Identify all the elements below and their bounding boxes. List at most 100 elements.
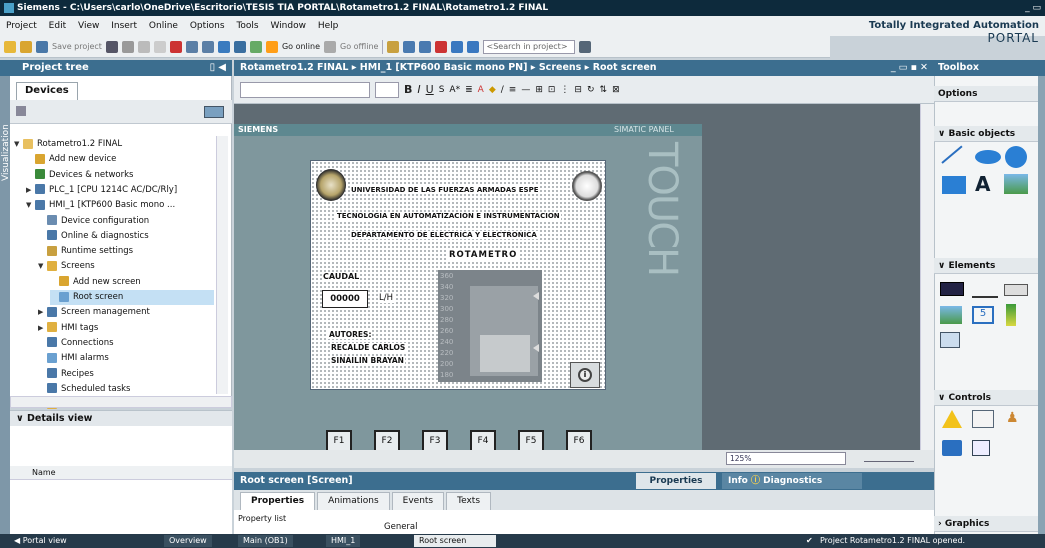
- download-icon[interactable]: [233, 40, 246, 53]
- button-tool-icon[interactable]: [972, 290, 998, 298]
- accessible-devices-icon[interactable]: [387, 40, 400, 53]
- options-header[interactable]: Options: [934, 86, 1038, 102]
- strikethrough-icon[interactable]: S: [439, 85, 445, 95]
- layer-icon[interactable]: ⇅: [600, 85, 608, 95]
- tree-horizontal-scrollbar[interactable]: [10, 396, 232, 408]
- visualization-side-tab[interactable]: Visualization: [0, 76, 11, 534]
- size-dropdown[interactable]: [375, 81, 399, 98]
- new-project-icon[interactable]: [4, 40, 16, 53]
- simulate-icon[interactable]: [249, 40, 262, 53]
- io-field-tool-icon[interactable]: [940, 282, 964, 296]
- tree-toggle-icon[interactable]: ▼: [38, 259, 47, 274]
- symbolic-io-tool-icon[interactable]: [1004, 284, 1028, 296]
- subtab-properties[interactable]: Properties: [240, 492, 316, 510]
- tree-toggle-icon[interactable]: ▶: [38, 321, 47, 336]
- menu-insert[interactable]: Insert: [111, 21, 137, 31]
- author-1-text[interactable]: RECALDE CARLOS: [330, 343, 407, 352]
- search-binoculars-icon[interactable]: [579, 40, 592, 53]
- tree-item[interactable]: ▶ PLC_1 [CPU 1214C AC/DC/Rly]: [26, 183, 214, 198]
- font-dropdown[interactable]: [240, 81, 370, 98]
- espe-logo-image[interactable]: [316, 169, 346, 201]
- zoom-slider[interactable]: [864, 456, 914, 462]
- line-color-icon[interactable]: ∕: [501, 85, 504, 95]
- portal-view-button[interactable]: ◀ Portal view: [14, 534, 67, 548]
- system-diagnostics-icon[interactable]: [972, 440, 990, 456]
- italic-icon[interactable]: I: [417, 83, 420, 96]
- f6-key[interactable]: F6: [566, 430, 592, 452]
- f4-key[interactable]: F4: [470, 430, 496, 452]
- subtab-animations[interactable]: Animations: [317, 492, 390, 510]
- bar-tool-icon[interactable]: [1006, 304, 1016, 326]
- font-size-up-icon[interactable]: A*: [449, 85, 460, 95]
- author-2-text[interactable]: SINAILIN BRAYAN: [330, 356, 405, 365]
- emblem-logo-image[interactable]: [572, 171, 602, 201]
- graphic-view-tool-icon[interactable]: [1004, 174, 1028, 194]
- compile-icon[interactable]: [217, 40, 230, 53]
- f5-key[interactable]: F5: [518, 430, 544, 452]
- tree-item[interactable]: ▼ Screens: [38, 259, 214, 274]
- menu-options[interactable]: Options: [190, 21, 225, 31]
- tree-item[interactable]: ▶ HMI tags: [38, 321, 214, 336]
- trend-view-icon[interactable]: [972, 410, 994, 428]
- tree-item[interactable]: ▶ Screen management: [38, 305, 214, 320]
- open-project-icon[interactable]: [20, 40, 32, 53]
- start-cpu-icon[interactable]: [403, 40, 416, 53]
- info-diagnostics-tabs[interactable]: Info ⓘ Diagnostics: [722, 473, 862, 489]
- cut-icon[interactable]: [121, 40, 134, 53]
- menu-online[interactable]: Online: [149, 21, 178, 31]
- main-ob1-tab[interactable]: Main (OB1): [238, 535, 293, 547]
- menu-edit[interactable]: Edit: [49, 21, 66, 31]
- tree-item[interactable]: Runtime settings: [38, 244, 214, 259]
- menu-project[interactable]: Project: [6, 21, 37, 31]
- subtab-texts[interactable]: Texts: [446, 492, 492, 510]
- user-view-icon[interactable]: ♟: [1006, 410, 1019, 426]
- tree-item[interactable]: Recipes: [38, 367, 214, 382]
- controls-header[interactable]: ∨ Controls: [934, 390, 1038, 406]
- menu-tools[interactable]: Tools: [236, 21, 258, 31]
- align-objects-icon[interactable]: ⊡: [548, 85, 556, 95]
- f1-key[interactable]: F1: [326, 430, 352, 452]
- arrange-icon[interactable]: ⊞: [535, 85, 543, 95]
- tree-item[interactable]: Connections: [38, 336, 214, 351]
- department-text[interactable]: DEPARTAMENTO DE ELECTRICA Y ELECTRONICA: [350, 231, 538, 239]
- hmi1-tab[interactable]: HMI_1: [326, 535, 361, 547]
- line-style-icon[interactable]: ≡: [509, 85, 517, 95]
- tree-item[interactable]: HMI alarms: [38, 351, 214, 366]
- general-section[interactable]: General: [384, 522, 418, 532]
- editor-window-controls[interactable]: _ ▭ ▪ ✕: [891, 60, 928, 76]
- tree-item[interactable]: Add new screen: [50, 275, 214, 290]
- stop-cpu-icon[interactable]: [419, 40, 432, 53]
- elements-header[interactable]: ∨ Elements: [934, 258, 1038, 274]
- delete-icon[interactable]: [169, 40, 182, 53]
- program-text[interactable]: TECNOLOGIA EN AUTOMATIZACION E INSTRUMEN…: [336, 212, 561, 220]
- task-cards-strip[interactable]: [1038, 76, 1045, 534]
- overview-toggle-icon[interactable]: [204, 106, 224, 118]
- save-icon[interactable]: [36, 40, 48, 53]
- info-button[interactable]: i: [570, 362, 600, 388]
- tree-item[interactable]: Scheduled tasks: [38, 382, 214, 397]
- rectangle-tool-icon[interactable]: [942, 176, 966, 194]
- tree-toggle-icon[interactable]: ▶: [26, 183, 35, 198]
- tree-toggle-icon[interactable]: ▼: [26, 198, 35, 213]
- tree-item[interactable]: Root screen: [50, 290, 214, 305]
- unit-label[interactable]: L/H: [378, 293, 394, 303]
- copy-icon[interactable]: [137, 40, 150, 53]
- text-tool-icon[interactable]: A: [975, 172, 990, 196]
- split-vertical-icon[interactable]: [467, 40, 480, 53]
- tree-item[interactable]: Online & diagnostics: [38, 229, 214, 244]
- underline-icon[interactable]: U: [426, 83, 434, 96]
- tree-view-icon[interactable]: [16, 106, 26, 116]
- fill-color-icon[interactable]: ◆: [489, 85, 496, 95]
- paste-icon[interactable]: [153, 40, 166, 53]
- print-icon[interactable]: [105, 40, 118, 53]
- tree-item[interactable]: Add new device: [26, 152, 214, 167]
- rotate-icon[interactable]: ↻: [587, 85, 595, 95]
- caudal-label[interactable]: CAUDAL: [322, 272, 361, 281]
- menu-window[interactable]: Window: [270, 21, 306, 31]
- tree-scrollbar[interactable]: [216, 136, 228, 394]
- graphics-header[interactable]: › Graphics: [934, 516, 1038, 532]
- go-offline-icon[interactable]: [324, 40, 336, 53]
- ellipse-tool-icon[interactable]: [975, 150, 1001, 164]
- diagnostics-tab[interactable]: Diagnostics: [763, 476, 822, 486]
- tree-item[interactable]: Devices & networks: [26, 168, 214, 183]
